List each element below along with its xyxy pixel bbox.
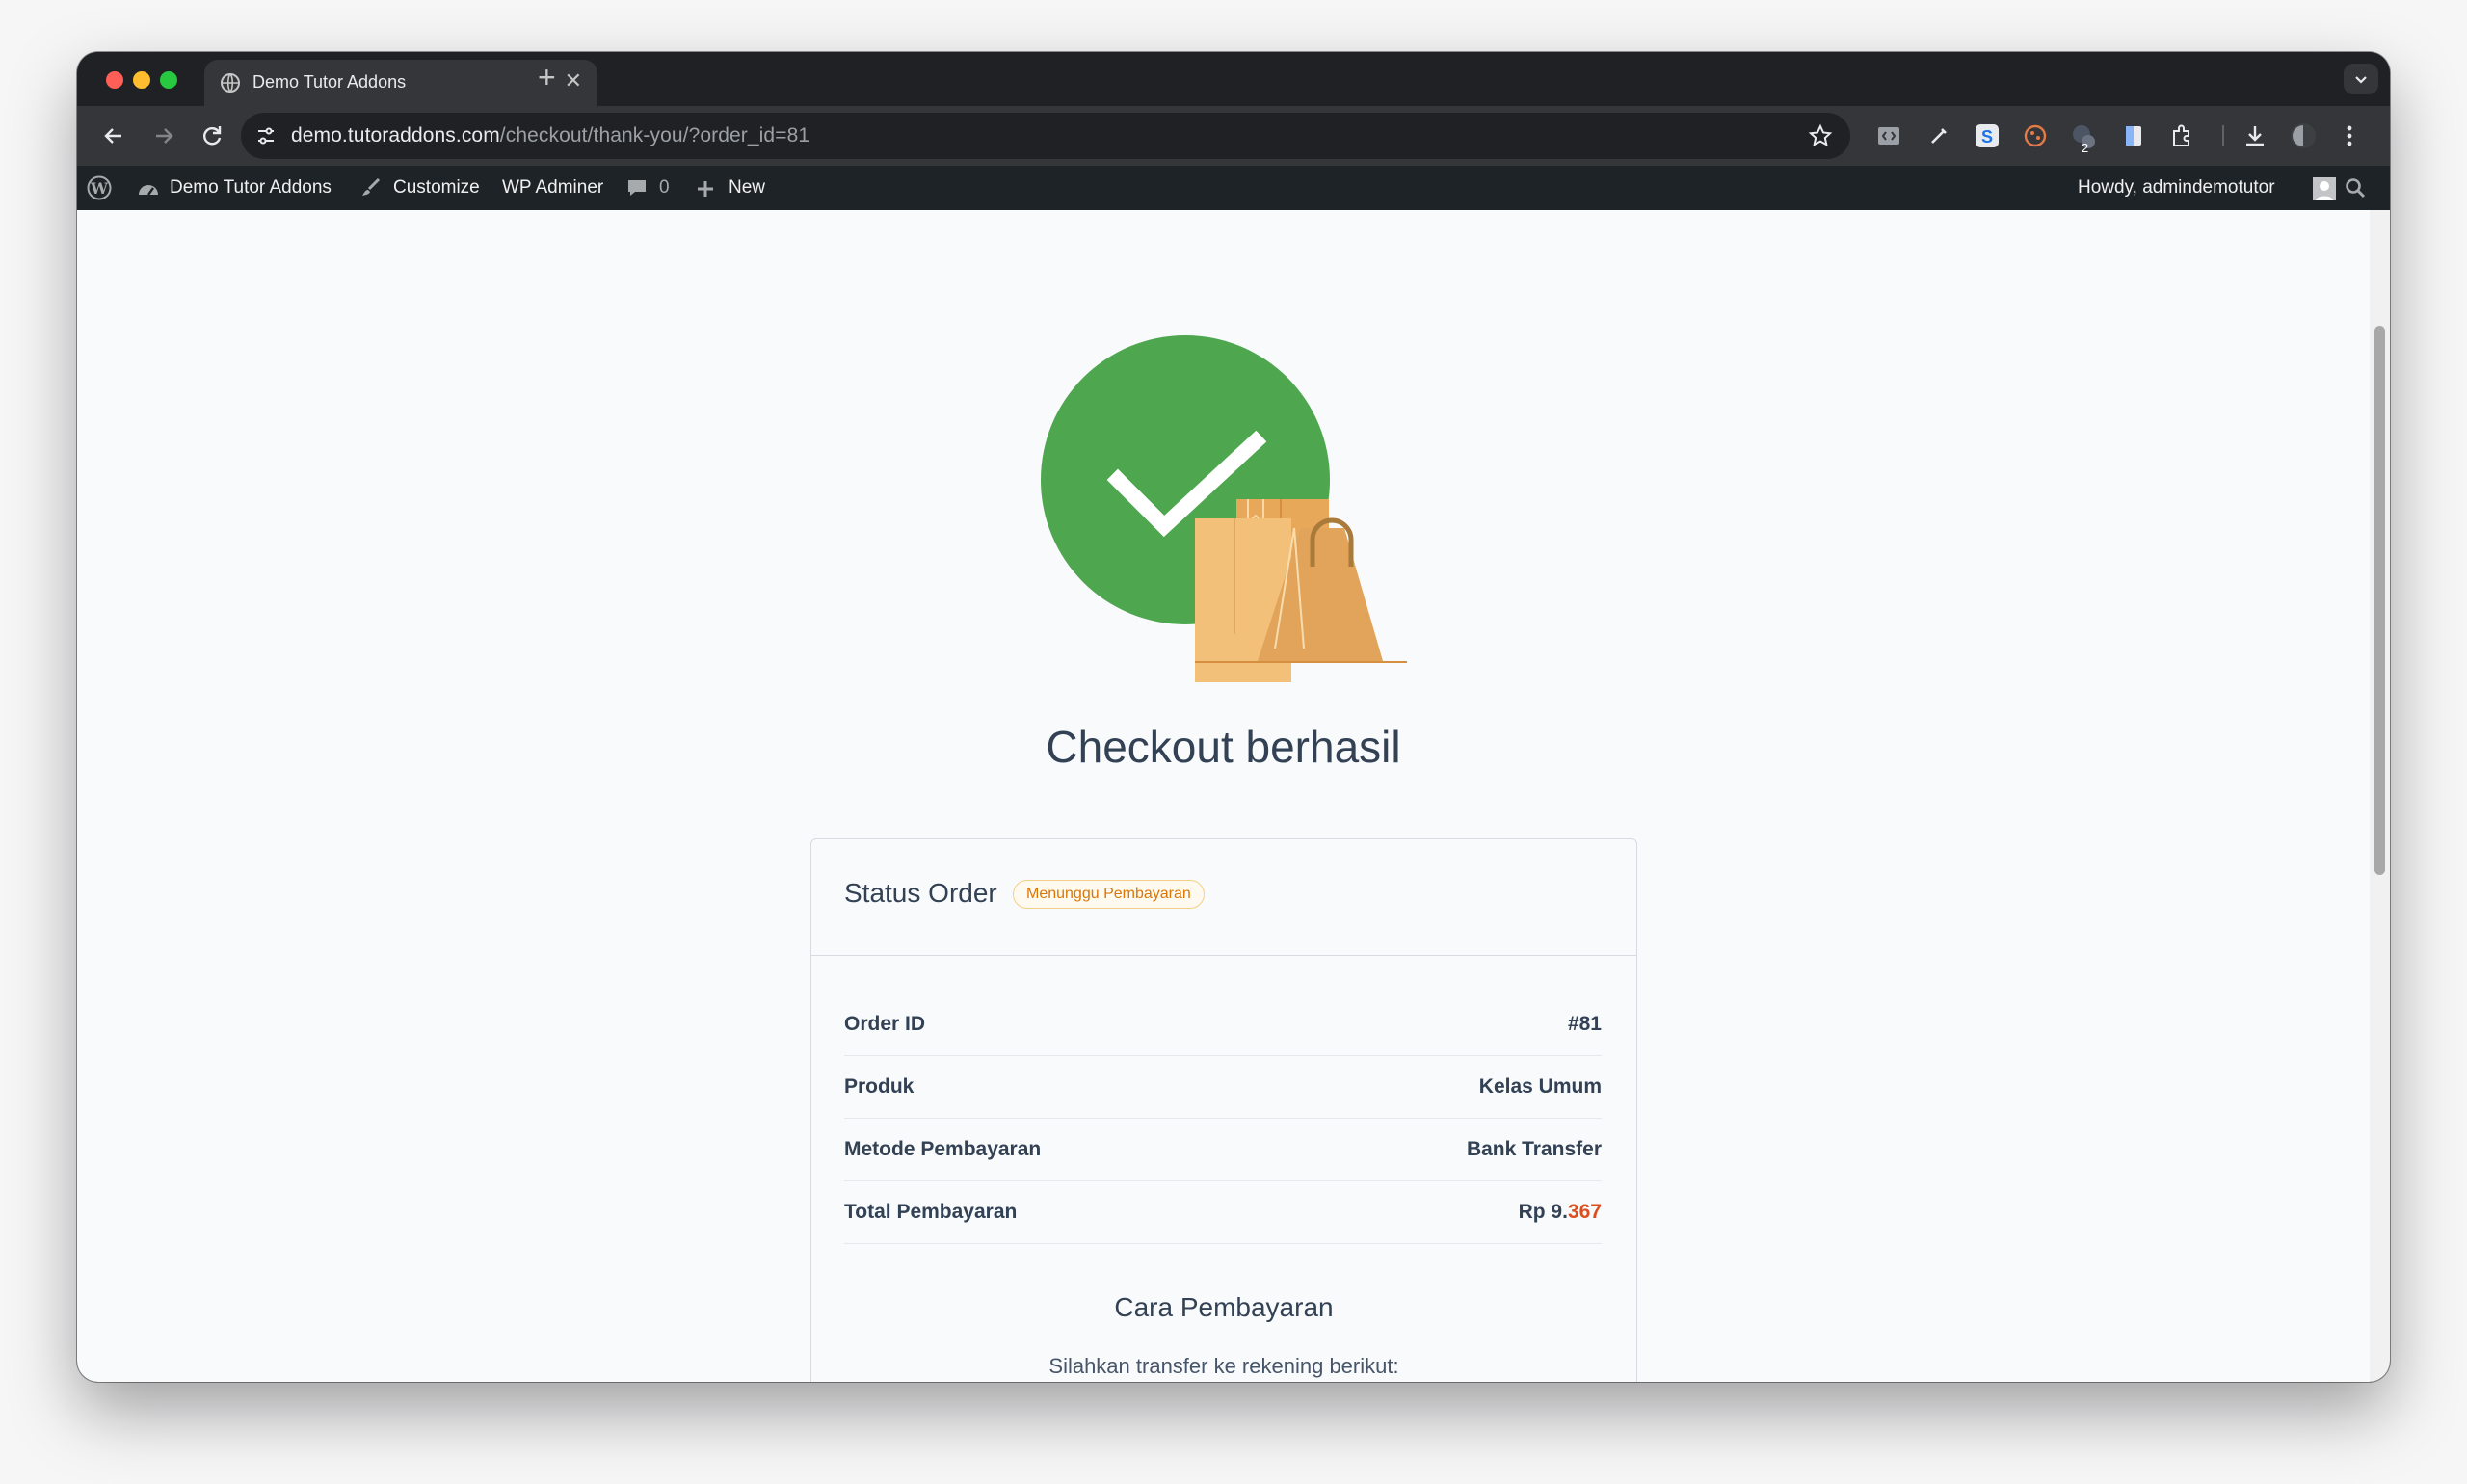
svg-text:S: S — [1981, 127, 1993, 146]
download-icon[interactable] — [2242, 122, 2268, 149]
wp-account-link[interactable]: Howdy, admindemotutor — [2078, 166, 2336, 210]
wp-new-link[interactable]: New — [696, 166, 765, 210]
wp-site-name-link[interactable]: Demo Tutor Addons — [137, 166, 332, 210]
reload-icon[interactable] — [197, 120, 227, 151]
cookie-extension-icon[interactable] — [2022, 122, 2049, 149]
document-extension-icon[interactable] — [2120, 122, 2147, 149]
eyedropper-extension-icon[interactable] — [1925, 122, 1952, 149]
order-row-order-id: Order ID #81 — [844, 994, 1602, 1056]
page-title: Checkout berhasil — [1046, 722, 1401, 772]
wordpress-logo-icon[interactable]: W — [87, 175, 112, 200]
url-text: demo.tutoraddons.com/checkout/thank-you/… — [291, 124, 809, 147]
url-path: /checkout/thank-you/?order_id=81 — [499, 124, 810, 146]
globe-icon — [221, 73, 240, 93]
forward-arrow-icon[interactable] — [148, 120, 179, 151]
total-value-unique-code: 367 — [1567, 1201, 1602, 1223]
back-arrow-icon[interactable] — [98, 120, 129, 151]
plus-icon — [698, 181, 713, 197]
tab-close-icon[interactable]: ✕ — [565, 68, 582, 93]
tab-title: Demo Tutor Addons — [252, 72, 407, 92]
wp-admin-bar: W Demo Tutor Addons Customize WP Adminer… — [77, 166, 2390, 210]
wp-customize-link[interactable]: Customize — [360, 166, 480, 210]
payment-method-value: Bank Transfer — [1466, 1138, 1602, 1160]
order-id-label: Order ID — [844, 1013, 926, 1035]
wp-customize-label: Customize — [393, 177, 480, 198]
avatar[interactable] — [2290, 122, 2317, 149]
site-settings-icon[interactable] — [254, 124, 278, 147]
address-bar[interactable]: demo.tutoraddons.com/checkout/thank-you/… — [241, 113, 1850, 159]
order-id-value: #81 — [1567, 1013, 1602, 1035]
comment-bubble-icon — [628, 180, 646, 196]
menu-dots-icon[interactable] — [2336, 122, 2363, 149]
new-tab-button[interactable]: + — [538, 62, 556, 93]
page-content: Checkout berhasil Status Order Menunggu … — [77, 210, 2370, 1382]
brush-icon — [362, 177, 381, 196]
order-row-total: Total Pembayaran Rp 9.367 — [844, 1181, 1602, 1244]
order-card: Status Order Menunggu Pembayaran Order I… — [810, 838, 1637, 1382]
order-row-payment-method: Metode Pembayaran Bank Transfer — [844, 1119, 1602, 1181]
wp-new-label: New — [729, 177, 766, 198]
order-details: Order ID #81 Produk Kelas Umum Metode Pe… — [844, 994, 1602, 1244]
status-order-label: Status Order — [844, 878, 997, 908]
s-extension-icon[interactable]: S — [1974, 122, 2001, 149]
total-value-main: Rp 9. — [1518, 1201, 1568, 1223]
checkout-success-illustration — [1041, 335, 1407, 682]
chevron-down-icon — [2355, 76, 2367, 84]
tab-search-button[interactable] — [2344, 64, 2378, 94]
svg-text:W: W — [90, 179, 109, 198]
wp-greeting: Howdy, admindemotutor — [2078, 177, 2275, 198]
close-window-button[interactable] — [106, 71, 123, 89]
product-value: Kelas Umum — [1478, 1075, 1602, 1098]
order-card-header: Status Order Menunggu Pembayaran — [811, 839, 1636, 956]
total-label: Total Pembayaran — [844, 1201, 1018, 1223]
payment-instructions-text: Silahkan transfer ke rekening berikut: — [1048, 1354, 1399, 1378]
total-value: Rp 9.367 — [1519, 1201, 1602, 1224]
wp-adminer-label: WP Adminer — [502, 177, 604, 198]
order-row-product: Produk Kelas Umum — [844, 1056, 1602, 1119]
payment-instructions-title: Cara Pembayaran — [1114, 1292, 1334, 1322]
maximize-window-button[interactable] — [160, 71, 177, 89]
user-avatar-icon — [2313, 177, 2336, 200]
extension-badge: 2 — [2082, 141, 2089, 155]
search-icon[interactable] — [2344, 176, 2367, 199]
page-scrollbar[interactable] — [2370, 210, 2390, 1382]
tab-strip: Demo Tutor Addons ✕ + — [77, 52, 2390, 106]
toolbar-divider — [2222, 125, 2224, 146]
payment-method-label: Metode Pembayaran — [844, 1138, 1042, 1160]
extensions-puzzle-icon[interactable] — [2168, 122, 2195, 149]
product-label: Produk — [844, 1075, 915, 1098]
browser-window: Demo Tutor Addons ✕ + demo.tutoraddons.c… — [77, 52, 2390, 1382]
status-badge: Menunggu Pembayaran — [1013, 880, 1205, 909]
wp-comments-link[interactable]: 0 — [626, 166, 670, 210]
wp-adminer-link[interactable]: WP Adminer — [502, 166, 603, 210]
shopping-bags-icon — [1195, 499, 1407, 682]
wp-comments-count: 0 — [659, 177, 670, 198]
url-host: demo.tutoraddons.com — [291, 124, 500, 146]
dashboard-gauge-icon — [139, 185, 158, 196]
code-extension-icon[interactable] — [1875, 122, 1902, 149]
scrollbar-thumb[interactable] — [2374, 326, 2385, 875]
minimize-window-button[interactable] — [133, 71, 150, 89]
bookmark-star-icon[interactable] — [1808, 123, 1833, 148]
browser-toolbar: demo.tutoraddons.com/checkout/thank-you/… — [77, 106, 2390, 166]
wp-site-name: Demo Tutor Addons — [170, 177, 332, 198]
